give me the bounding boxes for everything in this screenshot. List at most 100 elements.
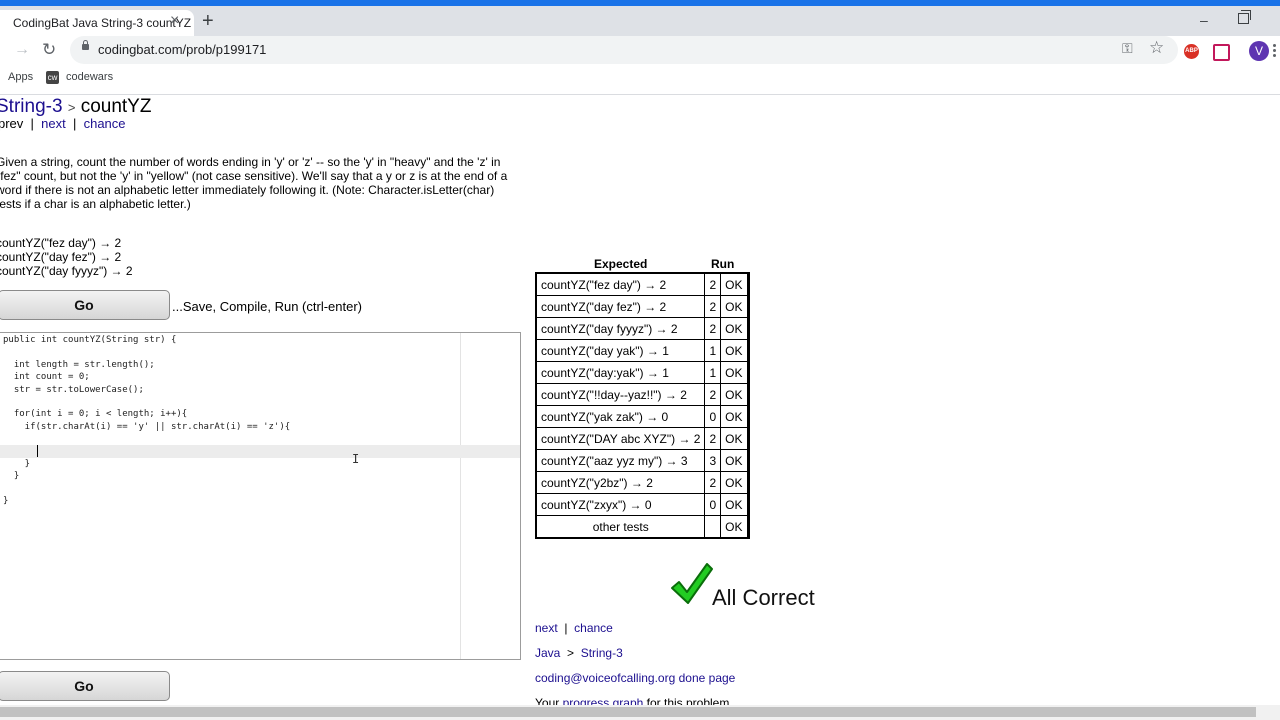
result-expected: countYZ("y2bz") → 2: [535, 471, 706, 494]
result-status: OK: [720, 295, 748, 318]
result-expected: countYZ("day fyyyz") → 2: [535, 317, 706, 340]
result-expected: countYZ("zxyx") → 0: [535, 493, 706, 516]
run-header: Run: [711, 257, 735, 271]
nav-divider: |: [30, 116, 34, 131]
result-pass-bar: [746, 361, 749, 384]
key-icon[interactable]: ⚿: [1122, 40, 1133, 57]
nav-divider: |: [564, 621, 568, 635]
go-hint: ...Save, Compile, Run (ctrl-enter): [172, 299, 363, 314]
forward-icon[interactable]: →: [14, 41, 30, 59]
bookmark-codewars[interactable]: codewars: [66, 71, 113, 83]
result-row: countYZ("yak zak") → 0 0 OK: [535, 405, 749, 428]
result-pass-bar: [746, 515, 749, 539]
result-pass-bar: [746, 295, 749, 318]
progress-graph-link[interactable]: progress graph: [563, 696, 644, 705]
page-content: String-3 > countYZ prev | next | chance …: [0, 95, 1280, 705]
abp-icon[interactable]: ABP: [1184, 44, 1199, 59]
progress-prefix: Your: [535, 696, 560, 705]
result-row: countYZ("fez day") → 2 2 OK: [535, 272, 749, 296]
bottom-next-link[interactable]: next: [535, 621, 558, 635]
bottom-chance-link[interactable]: chance: [574, 621, 613, 635]
ibeam-cursor-icon: I: [352, 452, 360, 466]
go-button-bottom[interactable]: Go: [0, 671, 170, 701]
minimize-button[interactable]: –: [1200, 12, 1208, 28]
result-expected: countYZ("day yak") → 1: [535, 339, 706, 362]
result-row: countYZ("day fyyyz") → 2 2 OK: [535, 317, 749, 340]
codewars-icon[interactable]: cw: [46, 71, 59, 84]
result-pass-bar: [746, 427, 749, 450]
result-status: OK: [720, 339, 748, 362]
examples: countYZ("fez day") → 2 countYZ("day fez"…: [0, 236, 133, 278]
result-expected: countYZ("yak zak") → 0: [535, 405, 706, 428]
code-text[interactable]: public int countYZ(String str) { int len…: [3, 334, 290, 508]
result-status: OK: [720, 449, 748, 472]
result-expected: countYZ("fez day") → 2: [535, 272, 706, 296]
result-run: 2: [704, 317, 722, 340]
result-expected: countYZ("aaz yyz my") → 3: [535, 449, 706, 472]
close-tab-icon[interactable]: ×: [170, 13, 179, 29]
chance-link[interactable]: chance: [84, 116, 126, 131]
print-margin: [460, 333, 461, 659]
bottom-nav: next | chance: [535, 621, 613, 635]
results-table: countYZ("fez day") → 2 2 OK countYZ("day fe…: [535, 272, 750, 539]
result-row: countYZ("day yak") → 1 1 OK: [535, 339, 749, 362]
example-line: countYZ("fez day") → 2: [0, 236, 122, 250]
result-row: countYZ("!!day--yaz!!") → 2 2 OK: [535, 383, 749, 406]
browser-tab[interactable]: CodingBat Java String-3 countYZ ×: [0, 10, 194, 36]
java-link[interactable]: Java: [535, 646, 560, 660]
checkmark-icon: [671, 563, 713, 604]
go-button-top[interactable]: Go: [0, 290, 170, 320]
string3-link[interactable]: String-3: [581, 646, 623, 660]
result-expected: countYZ("day fez") → 2: [535, 295, 706, 318]
result-run: 2: [704, 471, 722, 494]
result-pass-bar: [746, 471, 749, 494]
result-expected: countYZ("day:yak") → 1: [535, 361, 706, 384]
result-expected: countYZ("DAY abc XYZ") → 2: [535, 427, 706, 450]
result-row: countYZ("zxyx") → 0 0 OK: [535, 493, 749, 516]
address-bar[interactable]: codingbat.com/prob/p199171 ⚿ ☆: [70, 36, 1178, 64]
result-row: other tests OK: [535, 515, 749, 539]
restore-window-button[interactable]: [1238, 10, 1251, 24]
result-expected: countYZ("!!day--yaz!!") → 2: [535, 383, 706, 406]
result-run: 0: [704, 493, 722, 516]
example-line: countYZ("day fyyyz") → 2: [0, 264, 133, 278]
pocket-icon[interactable]: [1213, 44, 1230, 61]
progress-suffix: for this problem: [646, 696, 730, 705]
result-row: countYZ("day:yak") → 1 1 OK: [535, 361, 749, 384]
prev-label: prev: [0, 116, 24, 131]
new-tab-button[interactable]: +: [202, 11, 214, 31]
url-text[interactable]: codingbat.com/prob/p199171: [98, 42, 266, 57]
done-page-link[interactable]: done page: [679, 671, 736, 685]
breadcrumb-separator: >: [67, 100, 76, 115]
account-email-link[interactable]: coding@voiceofcalling.org: [535, 671, 675, 685]
horizontal-scrollbar-thumb[interactable]: [0, 707, 1256, 717]
menu-icon[interactable]: [1273, 44, 1276, 59]
page-title: String-3 > countYZ: [0, 96, 151, 118]
result-status: OK: [720, 317, 748, 340]
result-pass-bar: [746, 405, 749, 428]
profile-avatar[interactable]: V: [1249, 41, 1269, 61]
problem-nav: prev | next | chance: [0, 116, 126, 131]
result-status: OK: [720, 272, 748, 296]
next-link[interactable]: next: [41, 116, 66, 131]
section-link[interactable]: String-3: [0, 96, 63, 117]
star-icon[interactable]: ☆: [1149, 38, 1164, 58]
result-row: countYZ("day fez") → 2 2 OK: [535, 295, 749, 318]
reload-icon[interactable]: ↻: [42, 40, 56, 60]
bookmark-apps[interactable]: Apps: [8, 71, 33, 83]
code-editor[interactable]: public int countYZ(String str) { int len…: [0, 332, 521, 660]
problem-description: Given a string, count the number of word…: [0, 155, 508, 211]
result-run: 1: [704, 361, 722, 384]
result-run: 0: [704, 405, 722, 428]
lock-icon[interactable]: [82, 40, 89, 50]
bottom-breadcrumb: Java > String-3: [535, 646, 623, 660]
all-correct-label: All Correct: [712, 585, 815, 610]
result-run: 3: [704, 449, 722, 472]
result-status: OK: [720, 405, 748, 428]
result-run: 2: [704, 295, 722, 318]
result-status: OK: [720, 427, 748, 450]
tab-bar: CodingBat Java String-3 countYZ × + –: [0, 6, 1280, 36]
result-pass-bar: [746, 493, 749, 516]
result-pass-bar: [746, 339, 749, 362]
browser-toolbar: → ↻ codingbat.com/prob/p199171 ⚿ ☆: [0, 36, 1280, 66]
